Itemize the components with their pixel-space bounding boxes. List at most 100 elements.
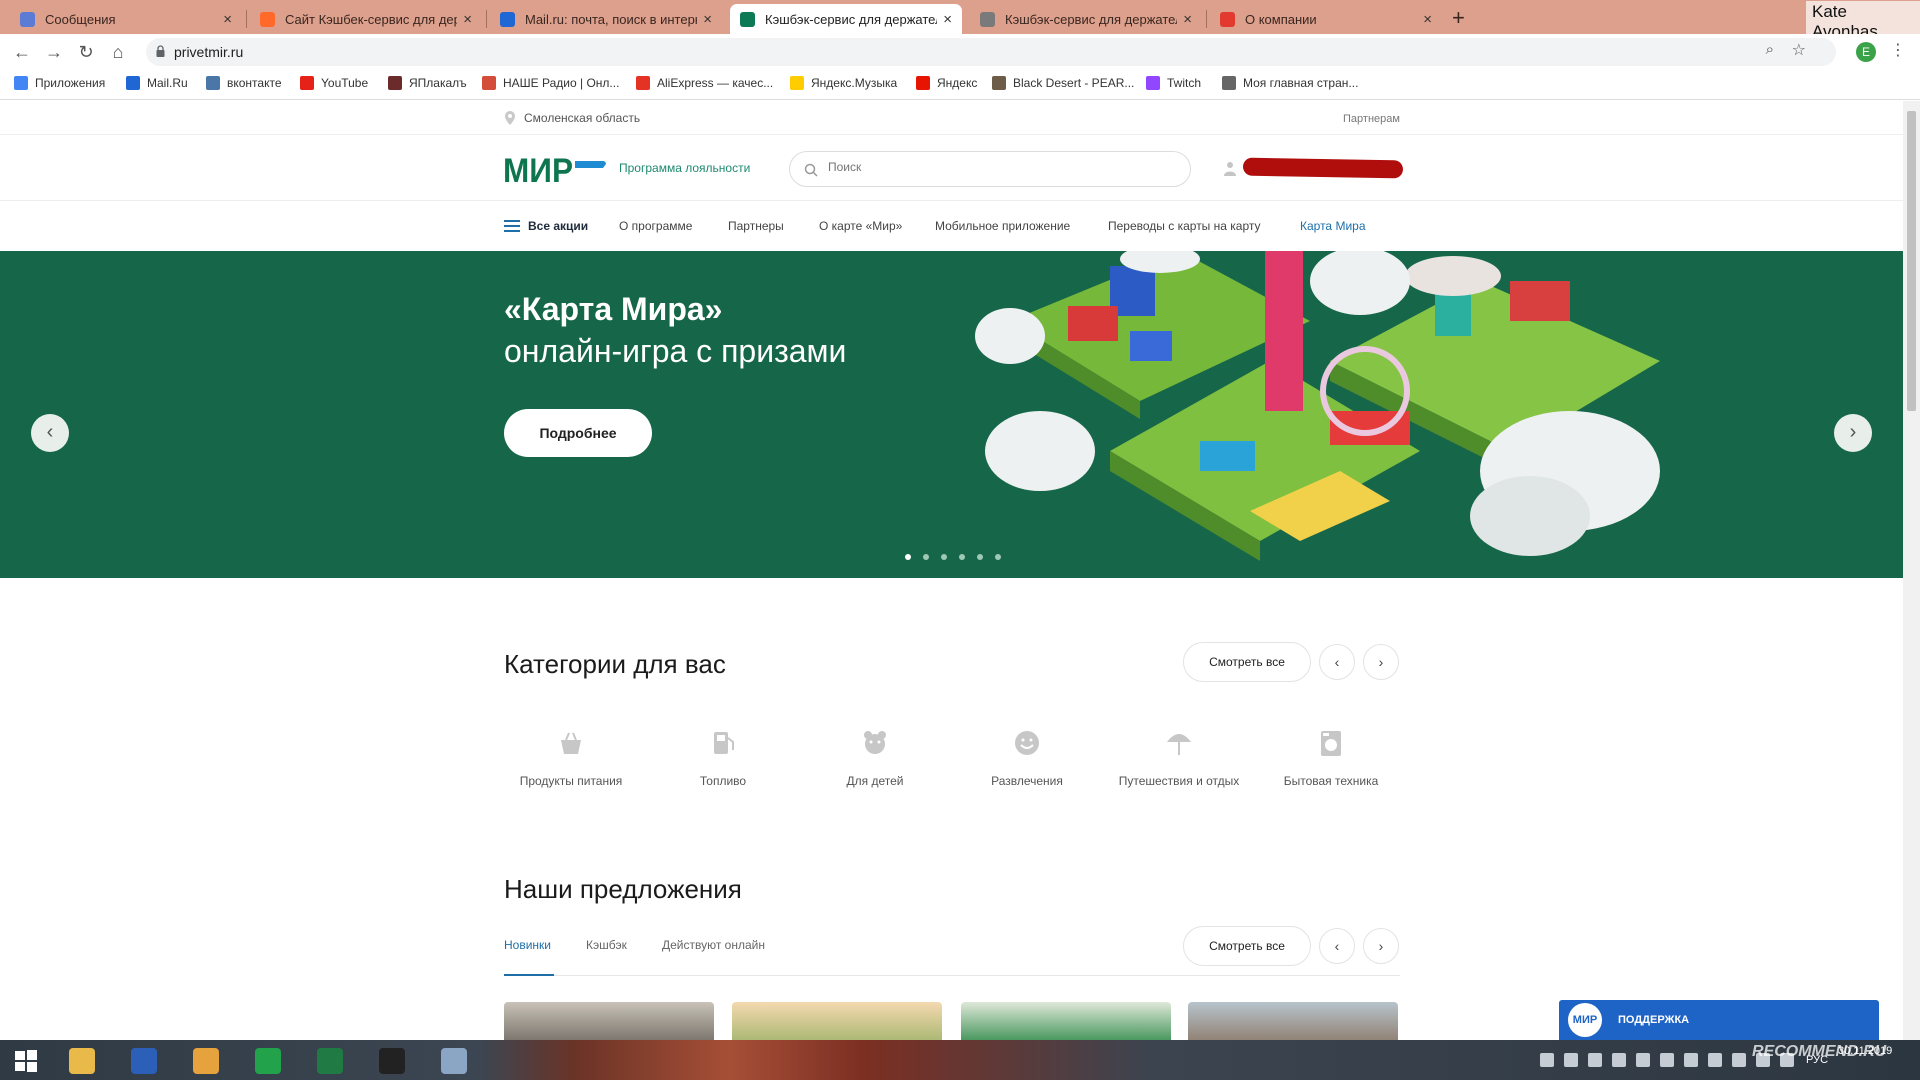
page-scrollbar[interactable] <box>1903 101 1920 1040</box>
game-icon[interactable] <box>366 1044 418 1078</box>
bookmark-item[interactable]: Mail.Ru <box>126 76 188 90</box>
hero-more-button[interactable]: Подробнее <box>504 409 652 457</box>
nav-item[interactable]: О программе <box>619 219 692 233</box>
hero-dot[interactable] <box>959 554 965 560</box>
bookmark-item[interactable]: AliExpress — качес... <box>636 76 773 90</box>
category-item[interactable]: Продукты питания <box>495 728 647 788</box>
offer-card[interactable] <box>961 1002 1171 1040</box>
category-label: Развлечения <box>991 774 1063 788</box>
category-item[interactable]: Развлечения <box>951 728 1103 788</box>
loyalty-program-label[interactable]: Программа лояльности <box>619 161 750 175</box>
hero-next-icon[interactable]: › <box>1834 414 1872 452</box>
nav-item[interactable]: О карте «Мир» <box>819 219 902 233</box>
bookmark-item[interactable]: Приложения <box>14 76 105 90</box>
category-label: Бытовая техника <box>1283 774 1379 788</box>
tray-icon[interactable] <box>1540 1053 1554 1067</box>
browser-tab[interactable]: Кэшбэк-сервис для держателе × <box>730 4 962 34</box>
offers-next-icon[interactable]: › <box>1363 928 1399 964</box>
tray-icon[interactable] <box>1684 1053 1698 1067</box>
home-icon[interactable]: ⌂ <box>106 40 130 64</box>
search-input[interactable] <box>828 160 1168 174</box>
category-item[interactable]: Для детей <box>799 728 951 788</box>
start-button[interactable] <box>0 1044 52 1078</box>
scrollbar-thumb[interactable] <box>1907 111 1916 411</box>
tab-close-icon[interactable]: × <box>463 11 472 28</box>
browser-tab[interactable]: Mail.ru: почта, поиск в интерне × <box>490 4 722 34</box>
offers-tab[interactable]: Новинки <box>504 938 551 952</box>
bookmark-item[interactable]: YouTube <box>300 76 368 90</box>
file-explorer-icon[interactable] <box>56 1044 108 1078</box>
bookmark-item[interactable]: Моя главная стран... <box>1222 76 1358 90</box>
category-item[interactable]: Топливо <box>647 728 799 788</box>
tab-close-icon[interactable]: × <box>943 11 952 28</box>
hero-dot[interactable] <box>941 554 947 560</box>
tray-icon[interactable] <box>1732 1053 1746 1067</box>
bookmark-item[interactable]: Black Desert - PEAR... <box>992 76 1134 90</box>
save-icon[interactable] <box>118 1044 170 1078</box>
excel-icon[interactable] <box>304 1044 356 1078</box>
star-icon[interactable]: ☆ <box>1792 40 1806 60</box>
calculator-icon[interactable] <box>428 1044 480 1078</box>
browser-tab[interactable]: Сообщения × <box>10 4 242 34</box>
hero-dot[interactable] <box>977 554 983 560</box>
hero-dot[interactable] <box>995 554 1001 560</box>
tray-icon[interactable] <box>1612 1053 1626 1067</box>
new-tab-button[interactable]: + <box>1452 5 1465 31</box>
back-icon[interactable]: ← <box>10 40 34 64</box>
category-item[interactable]: Бытовая техника <box>1255 728 1407 788</box>
categories-prev-icon[interactable]: ‹ <box>1319 644 1355 680</box>
tray-icon[interactable] <box>1564 1053 1578 1067</box>
tray-icon[interactable] <box>1708 1053 1722 1067</box>
mir-logo[interactable]: МИР <box>503 152 607 190</box>
bookmark-item[interactable]: вконтакте <box>206 76 282 90</box>
user-icon[interactable] <box>1224 161 1236 176</box>
offers-tab[interactable]: Действуют онлайн <box>662 938 765 952</box>
tab-close-icon[interactable]: × <box>1423 11 1432 28</box>
offers-prev-icon[interactable]: ‹ <box>1319 928 1355 964</box>
offers-tab[interactable]: Кэшбэк <box>586 938 627 952</box>
support-widget[interactable]: МИР ПОДДЕРЖКА <box>1559 1000 1879 1040</box>
hero-dot[interactable] <box>923 554 929 560</box>
offer-card[interactable] <box>504 1002 714 1040</box>
nav-item[interactable]: Мобильное приложение <box>935 219 1070 233</box>
browser-tab[interactable]: Сайт Кэшбек-сервис для держа × <box>250 4 482 34</box>
nav-item[interactable]: Партнеры <box>728 219 784 233</box>
green-app-icon[interactable] <box>242 1044 294 1078</box>
tray-icon[interactable] <box>1636 1053 1650 1067</box>
tab-close-icon[interactable]: × <box>223 11 232 28</box>
tab-close-icon[interactable]: × <box>703 11 712 28</box>
bookmark-item[interactable]: ЯПлакалъ <box>388 76 467 90</box>
hero-dot[interactable] <box>905 554 911 560</box>
tray-icon[interactable] <box>1660 1053 1674 1067</box>
category-item[interactable]: Путешествия и отдых <box>1103 728 1255 788</box>
forward-icon[interactable]: → <box>42 40 66 64</box>
reload-icon[interactable]: ↻ <box>74 40 98 64</box>
hero-prev-icon[interactable]: ‹ <box>31 414 69 452</box>
browser-tab[interactable]: Кэшбэк-сервис для держателе × <box>970 4 1202 34</box>
nav-item[interactable]: Переводы с карты на карту <box>1108 219 1261 233</box>
nav-item[interactable]: Все акции <box>504 219 588 233</box>
search-box[interactable] <box>789 151 1191 187</box>
offer-card[interactable] <box>732 1002 942 1040</box>
region-selector[interactable]: Смоленская область <box>504 111 640 125</box>
tray-icon[interactable] <box>1588 1053 1602 1067</box>
bookmark-item[interactable]: Twitch <box>1146 76 1201 90</box>
region-label: Смоленская область <box>524 111 641 125</box>
partners-link[interactable]: Партнерам <box>1343 113 1400 125</box>
categories-see-all-button[interactable]: Смотреть все <box>1183 642 1311 682</box>
bookmark-item[interactable]: Яндекс.Музыка <box>790 76 897 90</box>
tab-close-icon[interactable]: × <box>1183 11 1192 28</box>
nav-item[interactable]: Карта Мира <box>1300 219 1366 233</box>
offer-card[interactable] <box>1188 1002 1398 1040</box>
browser-tab[interactable]: О компании × <box>1210 4 1442 34</box>
menu-icon[interactable]: ⋮ <box>1890 40 1906 60</box>
profile-avatar[interactable]: E <box>1856 42 1876 62</box>
categories-next-icon[interactable]: › <box>1363 644 1399 680</box>
support-mir-logo: МИР <box>1568 1003 1602 1037</box>
address-bar[interactable]: privetmir.ru ⌕ ☆ <box>146 38 1836 66</box>
bookmark-item[interactable]: НАШЕ Радио | Онл... <box>482 76 619 90</box>
offers-see-all-button[interactable]: Смотреть все <box>1183 926 1311 966</box>
zoom-icon[interactable]: ⌕ <box>1766 41 1774 58</box>
bookmark-item[interactable]: Яндекс <box>916 76 977 90</box>
chrome-icon[interactable] <box>180 1044 232 1078</box>
